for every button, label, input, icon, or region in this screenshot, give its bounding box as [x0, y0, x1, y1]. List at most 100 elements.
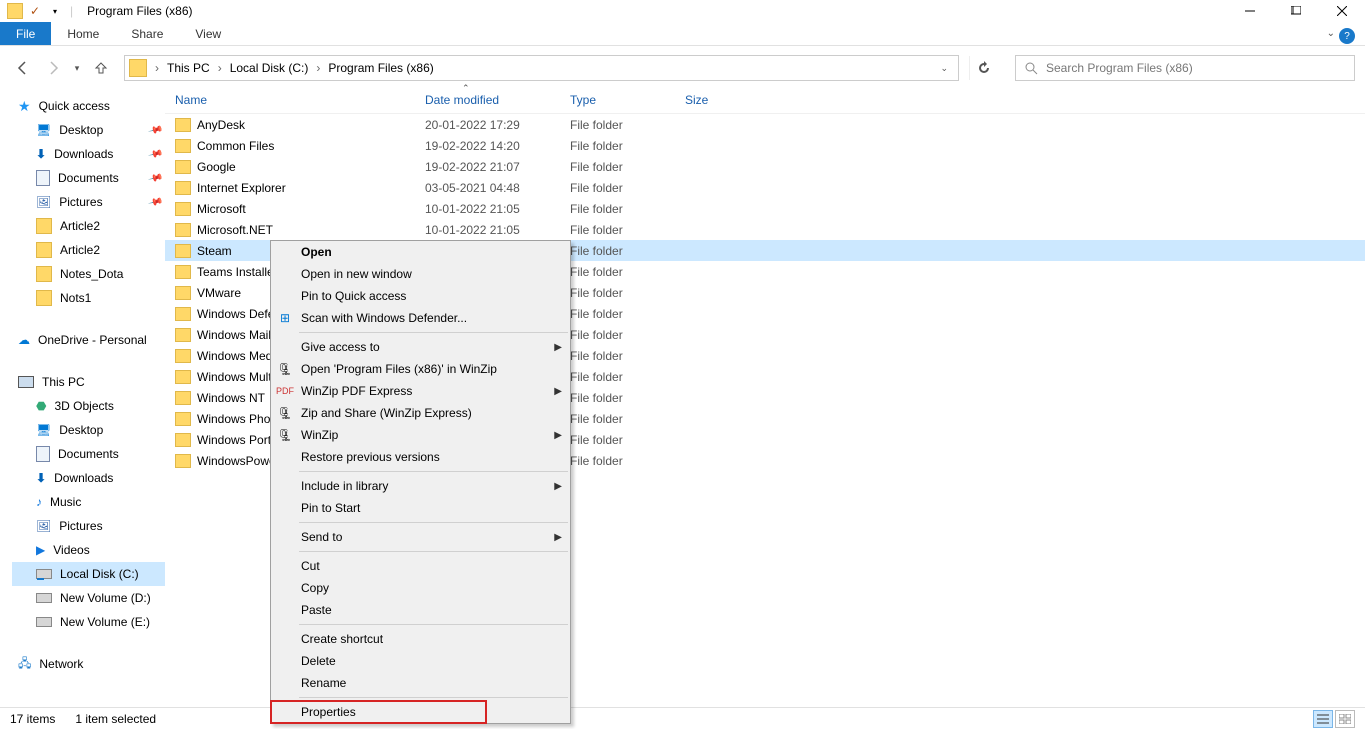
- crumb-localc[interactable]: Local Disk (C:): [228, 61, 311, 75]
- cm-zip-share[interactable]: 🗜Zip and Share (WinZip Express): [271, 402, 570, 424]
- col-size[interactable]: Size: [685, 93, 765, 107]
- cm-open[interactable]: Open: [271, 241, 570, 263]
- sidebar-desktop[interactable]: 🖥Desktop📌: [12, 118, 165, 142]
- sidebar-desktop2[interactable]: 🖥Desktop: [12, 418, 165, 442]
- minimize-button[interactable]: [1227, 0, 1273, 22]
- winzip-icon: 🗜: [277, 361, 293, 377]
- crumb-thispc[interactable]: This PC: [165, 61, 212, 75]
- tab-file[interactable]: File: [0, 22, 51, 45]
- sidebar-localc[interactable]: Local Disk (C:): [12, 562, 165, 586]
- cm-open-winzip[interactable]: 🗜Open 'Program Files (x86)' in WinZip: [271, 358, 570, 380]
- ribbon-expand-icon[interactable]: ⌄: [1327, 28, 1335, 39]
- cm-pin-quick-access[interactable]: Pin to Quick access: [271, 285, 570, 307]
- sidebar-music[interactable]: ♪Music: [12, 490, 165, 514]
- table-row[interactable]: AnyDesk20-01-2022 17:29File folder: [165, 114, 1365, 135]
- folder-icon: [175, 433, 191, 447]
- history-dropdown[interactable]: ▾: [70, 55, 84, 81]
- cm-rename[interactable]: Rename: [271, 672, 570, 694]
- refresh-button[interactable]: [969, 56, 997, 80]
- crumb-sep-icon[interactable]: ›: [149, 61, 165, 75]
- pin-icon: 📌: [147, 146, 163, 162]
- cm-include-library[interactable]: Include in library▶: [271, 475, 570, 497]
- qat-dropdown-icon[interactable]: ▾: [46, 2, 64, 20]
- app-folder-icon: [6, 2, 24, 20]
- cm-give-access[interactable]: Give access to▶: [271, 336, 570, 358]
- crumb-current[interactable]: Program Files (x86): [326, 61, 435, 75]
- sidebar-vold[interactable]: New Volume (D:): [12, 586, 165, 610]
- crumb-sep-icon[interactable]: ›: [212, 61, 228, 75]
- row-name: Common Files: [197, 139, 274, 153]
- sidebar-pictures2[interactable]: 🖼Pictures: [12, 514, 165, 538]
- cm-winzip[interactable]: 🗜WinZip▶: [271, 424, 570, 446]
- tab-home[interactable]: Home: [51, 22, 115, 45]
- qat-properties-icon[interactable]: ✓: [26, 2, 44, 20]
- col-date[interactable]: Date modified: [425, 93, 570, 107]
- sidebar-article2b[interactable]: Article2: [12, 238, 165, 262]
- search-input[interactable]: Search Program Files (x86): [1015, 55, 1355, 81]
- cm-pin-start[interactable]: Pin to Start: [271, 497, 570, 519]
- view-details-button[interactable]: [1313, 710, 1333, 728]
- col-type[interactable]: Type: [570, 93, 685, 107]
- sidebar-videos[interactable]: ▶Videos: [12, 538, 165, 562]
- cm-send-to[interactable]: Send to▶: [271, 526, 570, 548]
- sidebar-documents2[interactable]: Documents: [12, 442, 165, 466]
- back-button[interactable]: [10, 55, 36, 81]
- tab-view[interactable]: View: [179, 22, 237, 45]
- sidebar-notes-dota[interactable]: Notes_Dota: [12, 262, 165, 286]
- cm-open-new-window[interactable]: Open in new window: [271, 263, 570, 285]
- tab-share[interactable]: Share: [115, 22, 179, 45]
- downloads-icon: ⬇: [36, 147, 46, 161]
- row-type: File folder: [570, 181, 685, 195]
- sidebar: ★Quick access 🖥Desktop📌 ⬇Downloads📌 Docu…: [0, 86, 165, 707]
- cm-scan-defender[interactable]: ⊞Scan with Windows Defender...: [271, 307, 570, 329]
- sidebar-downloads[interactable]: ⬇Downloads📌: [12, 142, 165, 166]
- search-placeholder: Search Program Files (x86): [1046, 61, 1193, 75]
- table-row[interactable]: Microsoft10-01-2022 21:05File folder: [165, 198, 1365, 219]
- sidebar-pictures[interactable]: 🖼Pictures📌: [12, 190, 165, 214]
- defender-icon: ⊞: [277, 310, 293, 326]
- sidebar-quick-access[interactable]: ★Quick access: [12, 94, 165, 118]
- sidebar-thispc[interactable]: This PC: [12, 370, 165, 394]
- close-button[interactable]: [1319, 0, 1365, 22]
- cm-separator: [299, 624, 568, 625]
- pictures-icon: 🖼: [36, 195, 51, 209]
- row-name: Microsoft: [197, 202, 246, 216]
- folder-icon: [175, 349, 191, 363]
- help-icon[interactable]: ?: [1339, 28, 1355, 44]
- cm-restore-versions[interactable]: Restore previous versions: [271, 446, 570, 468]
- sidebar-documents[interactable]: Documents📌: [12, 166, 165, 190]
- music-icon: ♪: [36, 495, 42, 509]
- address-dropdown-icon[interactable]: ⌄: [934, 63, 954, 74]
- crumb-sep-icon[interactable]: ›: [310, 61, 326, 75]
- cm-cut[interactable]: Cut: [271, 555, 570, 577]
- sidebar-downloads2[interactable]: ⬇Downloads: [12, 466, 165, 490]
- sidebar-onedrive[interactable]: ☁OneDrive - Personal: [12, 328, 165, 352]
- cm-winzip-pdf[interactable]: PDFWinZip PDF Express▶: [271, 380, 570, 402]
- table-row[interactable]: Google19-02-2022 21:07File folder: [165, 156, 1365, 177]
- col-name[interactable]: Name: [165, 93, 425, 107]
- sidebar-nots1[interactable]: Nots1: [12, 286, 165, 310]
- cm-copy[interactable]: Copy: [271, 577, 570, 599]
- forward-button[interactable]: [40, 55, 66, 81]
- row-type: File folder: [570, 223, 685, 237]
- maximize-button[interactable]: [1273, 0, 1319, 22]
- table-row[interactable]: Microsoft.NET10-01-2022 21:05File folder: [165, 219, 1365, 240]
- up-button[interactable]: [88, 55, 114, 81]
- sidebar-vole[interactable]: New Volume (E:): [12, 610, 165, 634]
- disk-icon: [36, 593, 52, 603]
- row-name: Steam: [197, 244, 232, 258]
- sidebar-3dobjects[interactable]: ⬣3D Objects: [12, 394, 165, 418]
- cm-separator: [299, 551, 568, 552]
- table-row[interactable]: Common Files19-02-2022 14:20File folder: [165, 135, 1365, 156]
- titlebar: ✓ ▾ | Program Files (x86): [0, 0, 1365, 22]
- cm-paste[interactable]: Paste: [271, 599, 570, 621]
- sidebar-network[interactable]: 🖧Network: [12, 652, 165, 676]
- cm-create-shortcut[interactable]: Create shortcut: [271, 628, 570, 650]
- pin-icon: 📌: [147, 170, 163, 186]
- address-bar[interactable]: › This PC › Local Disk (C:) › Program Fi…: [124, 55, 959, 81]
- sidebar-article2a[interactable]: Article2: [12, 214, 165, 238]
- cm-delete[interactable]: Delete: [271, 650, 570, 672]
- view-icons-button[interactable]: [1335, 710, 1355, 728]
- cm-properties[interactable]: Properties: [271, 701, 486, 723]
- table-row[interactable]: Internet Explorer03-05-2021 04:48File fo…: [165, 177, 1365, 198]
